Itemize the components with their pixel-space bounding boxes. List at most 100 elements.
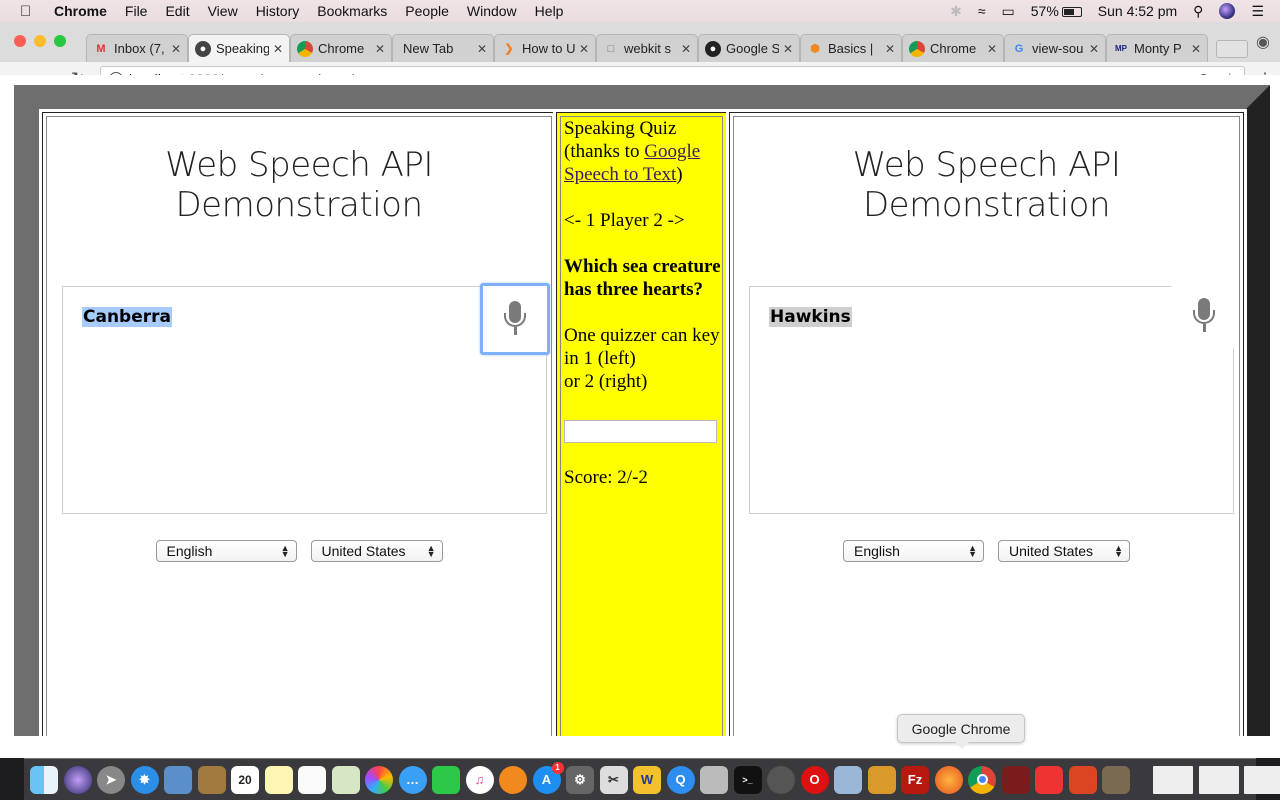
facetime-icon[interactable] (432, 765, 460, 794)
profile-icon[interactable]: ◉ (1256, 32, 1270, 52)
messages-icon[interactable]: … (398, 765, 427, 794)
filezilla-icon[interactable]: Fz (901, 765, 929, 794)
tab-monty[interactable]: MP Monty P ✕ (1106, 34, 1208, 62)
tab-inbox[interactable]: M Inbox (7, ✕ (86, 34, 188, 62)
menu-bookmarks[interactable]: Bookmarks (317, 3, 387, 19)
tab-how-to[interactable]: ❯ How to U ✕ (494, 34, 596, 62)
close-tab-icon[interactable]: ✕ (273, 42, 283, 56)
tab-basics[interactable]: ⬢ Basics | ✕ (800, 34, 902, 62)
maximize-window-button[interactable] (54, 35, 66, 47)
left-dialect-select[interactable]: United States ▲ ▼ (310, 540, 443, 562)
sequel-pro-icon[interactable] (767, 765, 795, 794)
menu-people[interactable]: People (405, 3, 449, 19)
ibooks-icon[interactable] (499, 765, 527, 794)
new-tab-button[interactable] (1216, 40, 1248, 58)
finder-icon[interactable] (30, 765, 58, 794)
tab-speaking[interactable]: ● Speaking ✕ (188, 34, 290, 62)
siri-icon[interactable] (63, 765, 92, 794)
notes-icon[interactable] (264, 765, 293, 794)
close-tab-icon[interactable]: ✕ (1191, 42, 1201, 56)
tab-webkit[interactable]: □ webkit s ✕ (596, 34, 698, 62)
quiz-question: Which sea creature has three hearts? (564, 256, 721, 300)
close-tab-icon[interactable]: ✕ (171, 42, 181, 56)
left-transcript-box[interactable]: Canberra (62, 283, 550, 514)
macos-dock: ➤ ✸ 20 … ♫ A1 ⚙ ✂ W Q >_ O Fz (24, 758, 1280, 800)
quiz-answer-input[interactable] (564, 420, 717, 443)
itunes-icon[interactable]: ♫ (465, 765, 494, 794)
minimized-window-1[interactable] (1153, 765, 1193, 794)
close-tab-icon[interactable]: ✕ (783, 42, 793, 56)
notification-center-icon[interactable]: ☰ (1251, 3, 1264, 20)
wifi-icon[interactable]: ≈ (978, 3, 986, 19)
calendar-icon[interactable]: 20 (231, 765, 259, 794)
tab-view-source[interactable]: Gview-sou ✕ (1004, 34, 1106, 62)
scissors-icon[interactable]: ✂ (599, 765, 628, 794)
frameset-shadow (1242, 85, 1270, 736)
left-transcript-text: Canberra (82, 307, 172, 327)
airplay-icon[interactable]: ▭ (1002, 3, 1015, 20)
menu-edit[interactable]: Edit (165, 3, 189, 19)
minimized-window-2[interactable] (1198, 765, 1239, 794)
weka-icon[interactable]: W (633, 765, 661, 794)
right-language-select[interactable]: English ▲ ▼ (843, 540, 984, 562)
right-dialect-select[interactable]: United States ▲ ▼ (998, 540, 1130, 562)
photos-icon[interactable] (365, 765, 393, 794)
paper-icon[interactable] (1035, 765, 1063, 794)
close-tab-icon[interactable]: ✕ (579, 42, 589, 56)
minimize-window-button[interactable] (34, 35, 46, 47)
close-tab-icon[interactable]: ✕ (885, 42, 895, 56)
app-store-icon[interactable]: A1 (532, 761, 564, 794)
spotlight-search-icon[interactable]: ⚲ (1193, 3, 1203, 20)
minimized-window-3[interactable] (1244, 765, 1280, 794)
left-mic-button[interactable] (480, 283, 550, 355)
close-tab-icon[interactable]: ✕ (987, 42, 997, 56)
system-preferences-icon[interactable]: ⚙ (566, 765, 594, 794)
bluetooth-icon[interactable]: ✱ (950, 3, 962, 20)
left-language-select[interactable]: English ▲ ▼ (155, 540, 297, 562)
siri-icon[interactable] (1219, 3, 1236, 19)
maps-icon[interactable] (331, 765, 360, 794)
quicktime-icon[interactable]: Q (666, 765, 695, 794)
mail-icon[interactable] (164, 765, 192, 794)
menu-file[interactable]: File (125, 3, 148, 19)
battery-status[interactable]: 57% (1031, 3, 1082, 19)
blender-icon[interactable] (867, 765, 896, 794)
tab-chrome[interactable]: Chrome ✕ (290, 34, 392, 62)
terminal-icon[interactable]: >_ (733, 765, 762, 794)
title-line-2: Demonstration (175, 185, 423, 225)
contacts-icon[interactable] (197, 765, 226, 794)
menu-app-chrome[interactable]: Chrome (54, 3, 107, 19)
close-tab-icon[interactable]: ✕ (375, 42, 385, 56)
clock[interactable]: Sun 4:52 pm (1098, 3, 1177, 19)
script-editor-icon[interactable] (700, 765, 728, 794)
google-chrome-icon[interactable] (968, 765, 996, 794)
close-tab-icon[interactable]: ✕ (477, 42, 487, 56)
opera-icon[interactable]: O (800, 765, 829, 794)
preview-icon[interactable] (834, 765, 862, 794)
menu-history[interactable]: History (256, 3, 300, 19)
tab-google-speech[interactable]: ● Google S ✕ (698, 34, 800, 62)
selected-language: English (166, 543, 213, 559)
close-tab-icon[interactable]: ✕ (681, 42, 691, 56)
apple-icon[interactable]:  (20, 3, 40, 20)
launchpad-icon[interactable]: ➤ (97, 765, 125, 794)
menu-window[interactable]: Window (467, 3, 517, 19)
firefox-icon[interactable] (934, 765, 963, 794)
gimp-icon[interactable] (1102, 765, 1130, 794)
menu-view[interactable]: View (208, 3, 238, 19)
close-tab-icon[interactable]: ✕ (1089, 42, 1099, 56)
safari-icon[interactable]: ✸ (130, 765, 159, 794)
reminders-icon[interactable] (298, 765, 326, 794)
mpnet-icon: MP (1115, 43, 1127, 53)
selected-dialect: United States (1009, 543, 1094, 559)
photo-booth-icon[interactable] (1001, 765, 1030, 794)
right-mic-button[interactable] (1171, 283, 1237, 349)
right-transcript-box[interactable]: Hawkins (749, 283, 1237, 514)
document-icon: □ (607, 42, 615, 55)
right-language-selects: English ▲ ▼ United States ▲ ▼ (734, 540, 1239, 562)
sketchup-icon[interactable] (1068, 765, 1097, 794)
tab-new-tab[interactable]: New Tab ✕ (392, 34, 494, 62)
tab-chrome-2[interactable]: Chrome ✕ (902, 34, 1004, 62)
close-window-button[interactable] (14, 35, 26, 47)
menu-help[interactable]: Help (535, 3, 564, 19)
